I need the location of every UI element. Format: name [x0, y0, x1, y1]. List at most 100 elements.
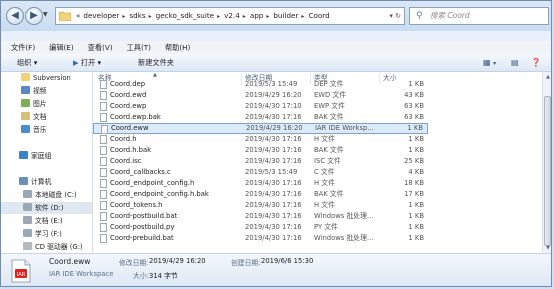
sidebar-item[interactable]: Subversion	[1, 72, 92, 84]
organize-label: 组织	[17, 58, 32, 67]
file-type: ISC 文件	[314, 157, 341, 165]
file-row[interactable]: Coord.dep 2019/5/3 15:49 DEP 文件 1 KB	[93, 79, 428, 90]
breadcrumb-item[interactable]: app	[250, 11, 264, 20]
breadcrumb-item[interactable]: gecko_sdk_suite	[156, 11, 214, 20]
details-created-label: 创建日期:	[231, 259, 261, 267]
breadcrumb-separator-icon[interactable]: ▸	[301, 13, 304, 20]
file-row[interactable]: Coord_tokens.h 2019/4/30 17:16 H 文件 1 KB	[93, 200, 428, 211]
file-date: 2019/4/30 17:16	[245, 212, 302, 220]
music-library-icon	[21, 125, 30, 133]
file-row[interactable]: Coord_callbacks.c 2019/5/3 15:49 C 文件 4 KB	[93, 167, 428, 178]
navigation-pane: Subversion 视频图片文档音乐家庭组计算机 本地磁盘 (C:) 软件 (D:)…	[1, 72, 93, 253]
drive-icon	[23, 216, 32, 224]
file-name: Coord-prebuild.bat	[110, 234, 174, 242]
file-type: IAR IDE Worksp...	[315, 124, 374, 132]
file-type: EWD 文件	[314, 91, 347, 99]
sidebar-item[interactable]: 计算机	[1, 176, 92, 188]
file-size: 1 KB	[407, 124, 423, 132]
breadcrumb-separator-icon[interactable]: ▸	[149, 13, 152, 20]
menu-file[interactable]: 文件(F)	[11, 43, 35, 52]
sidebar-item[interactable]: 视频	[1, 85, 92, 97]
menu-help[interactable]: 帮助(H)	[165, 43, 190, 52]
sidebar-item[interactable]: 文档 (E:)	[1, 215, 92, 227]
file-row[interactable]: Coord_endpoint_config.h.bak 2019/4/30 17:…	[93, 189, 428, 200]
breadcrumb-item[interactable]: sdks	[129, 11, 145, 20]
sidebar-item[interactable]: 文档	[1, 111, 92, 123]
organize-button[interactable]: 组织 ▾	[17, 54, 37, 71]
file-row[interactable]: Coord.ewp.bak 2019/4/30 17:16 BAK 文件 63 KB	[93, 112, 428, 123]
file-size: 1 KB	[408, 135, 424, 143]
forward-button[interactable]: ▶	[25, 7, 43, 25]
back-arrow-icon: ◀	[11, 10, 19, 21]
breadcrumb-item[interactable]: developer	[83, 11, 119, 20]
file-size: 63 KB	[404, 113, 424, 121]
breadcrumb-separator-icon[interactable]: ▸	[243, 13, 246, 20]
sidebar-item-label: 文档	[33, 113, 47, 121]
breadcrumb-item[interactable]: builder	[273, 11, 298, 20]
file-size: 17 KB	[404, 190, 424, 198]
file-row[interactable]: Coord.ewd 2019/4/29 16:20 EWD 文件 43 KB	[93, 90, 428, 101]
search-input[interactable]: ⚲ 搜索 Coord	[409, 7, 549, 25]
video-library-icon	[21, 86, 30, 94]
open-button[interactable]: ▶ 打开 ▾	[73, 54, 101, 71]
sidebar-item[interactable]: 本地磁盘 (C:)	[1, 189, 92, 201]
forward-arrow-icon: ▶	[30, 10, 38, 21]
scroll-up-icon[interactable]: ▲	[543, 72, 551, 82]
file-row[interactable]: Coord.h.bak 2019/4/30 17:16 BAK 文件 1 KB	[93, 145, 428, 156]
file-name: Coord_callbacks.c	[110, 168, 171, 176]
details-modified-label: 修改日期:	[119, 259, 149, 267]
file-row[interactable]: Coord-prebuild.bat 2019/4/30 17:16 Windows…	[93, 233, 428, 244]
file-size: 63 KB	[404, 102, 424, 110]
address-controls[interactable]: ▾ ↻	[389, 8, 401, 24]
file-size: 1 KB	[408, 223, 424, 231]
back-button[interactable]: ◀	[6, 7, 24, 25]
file-date: 2019/5/3 15:49	[245, 168, 298, 176]
view-options-button[interactable]: ▦ ▾	[483, 54, 496, 72]
menu-edit[interactable]: 编辑(E)	[49, 43, 74, 52]
sidebar-item-label: 视频	[33, 87, 47, 95]
vertical-scrollbar[interactable]: ▲ ▼	[542, 72, 551, 253]
scroll-down-icon[interactable]: ▼	[543, 243, 551, 253]
recent-pages-dropdown[interactable]: ▼	[43, 11, 51, 21]
preview-pane-button[interactable]: ▤	[511, 54, 519, 71]
file-type: BAK 文件	[314, 190, 344, 198]
breadcrumb-item[interactable]: Coord	[308, 11, 329, 20]
breadcrumb-separator-icon[interactable]: ▸	[217, 13, 220, 20]
file-row[interactable]: Coord.eww 2019/4/29 16:20 IAR IDE Worksp..…	[93, 123, 428, 134]
sidebar-item[interactable]: 图片	[1, 98, 92, 110]
file-row[interactable]: Coord.isc 2019/4/30 17:16 ISC 文件 25 KB	[93, 156, 428, 167]
breadcrumb-item[interactable]: v2.4	[224, 11, 240, 20]
file-row[interactable]: Coord.ewp 2019/4/30 17:10 EWP 文件 63 KB	[93, 101, 428, 112]
new-folder-label: 新建文件夹	[138, 58, 174, 67]
sidebar-item-label: 学习 (F:)	[35, 230, 62, 238]
file-row[interactable]: Coord_endpoint_config.h 2019/4/30 17:16 H …	[93, 178, 428, 189]
breadcrumb-separator-icon[interactable]: ▸	[122, 13, 125, 20]
help-button[interactable]: ❓	[531, 54, 541, 71]
file-row[interactable]: Coord.h 2019/4/30 17:16 H 文件 1 KB	[93, 134, 428, 145]
details-modified-value: 2019/4/29 16:20	[149, 257, 206, 265]
sidebar-item[interactable]: 家庭组	[1, 150, 92, 162]
sidebar-item[interactable]: CD 驱动器 (G:)	[1, 241, 92, 253]
menu-tools[interactable]: 工具(T)	[127, 43, 151, 52]
details-file-type: IAR IDE Workspace	[49, 270, 114, 278]
file-row[interactable]: Coord-postbuild.bat 2019/4/30 17:16 Window…	[93, 211, 428, 222]
scroll-thumb[interactable]	[544, 96, 551, 246]
menu-view[interactable]: 查看(V)	[88, 43, 113, 52]
sidebar-item[interactable]: 学习 (F:)	[1, 228, 92, 240]
address-bar[interactable]: «developer ▸ sdks ▸ gecko_sdk_suite ▸ v2.4 ▸ app…	[55, 7, 405, 25]
breadcrumb-separator-icon[interactable]: ▸	[266, 13, 269, 20]
sidebar-item[interactable]: 软件 (D:)	[1, 202, 92, 214]
details-file-name: Coord.eww	[49, 257, 91, 266]
file-row[interactable]: Coord-postbuild.py 2019/4/30 17:16 PY 文件 1 …	[93, 222, 428, 233]
file-icon	[100, 135, 107, 144]
details-size-label: 大小:	[133, 272, 149, 280]
file-icon	[100, 190, 107, 199]
drive-icon	[23, 229, 32, 237]
breadcrumb-overflow[interactable]: «	[76, 11, 80, 20]
drive-icon	[23, 190, 32, 198]
file-date: 2019/4/30 17:16	[245, 190, 302, 198]
file-size: 1 KB	[408, 234, 424, 242]
file-type: BAK 文件	[314, 113, 344, 121]
new-folder-button[interactable]: 新建文件夹	[138, 54, 174, 71]
sidebar-item[interactable]: 音乐	[1, 124, 92, 136]
